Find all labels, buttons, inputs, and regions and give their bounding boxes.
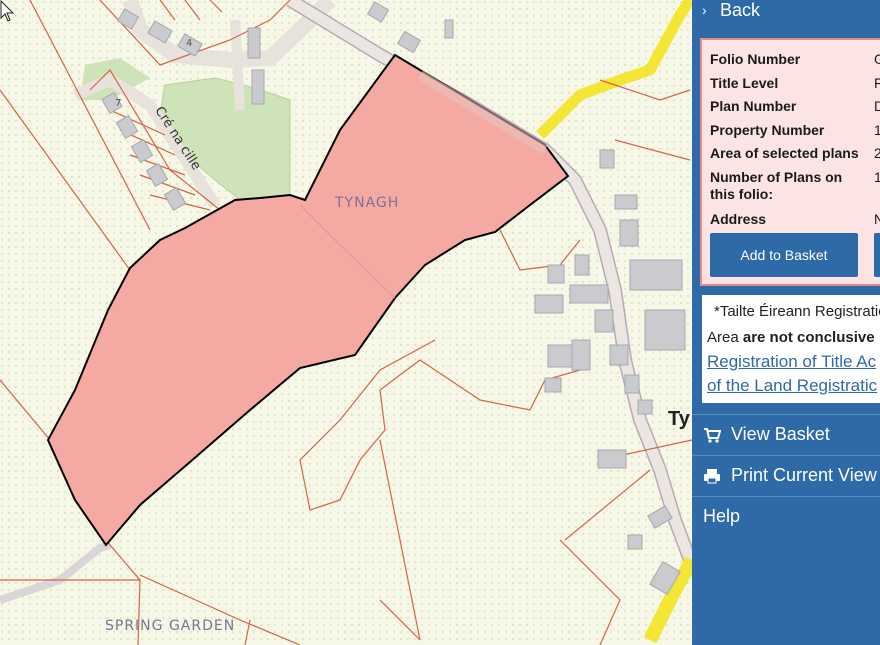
plan-number-label: Plan Number	[710, 98, 797, 114]
print-icon	[704, 469, 720, 484]
note-line-2-bold: are not conclusive	[742, 329, 875, 346]
townland-label: TYNAGH	[335, 195, 400, 211]
area-label: Area of selected plans	[710, 145, 859, 161]
menu-divider	[692, 414, 880, 415]
view-basket-label: View Basket	[731, 424, 830, 444]
secondary-action-button[interactable]	[874, 233, 880, 277]
registration-act-link[interactable]: Registration of Title Ac	[707, 352, 876, 372]
area-value: 2	[874, 145, 880, 161]
back-label: Back	[720, 0, 761, 20]
add-to-basket-button[interactable]: Add to Basket	[710, 233, 858, 277]
property-number-label: Property Number	[710, 122, 825, 138]
map-canvas[interactable]	[0, 0, 692, 645]
town-label: Ty	[668, 408, 690, 430]
land-registration-link[interactable]: of the Land Registratic	[707, 376, 877, 396]
menu-divider-2	[692, 455, 880, 456]
note-line-2: Area are not conclusive	[707, 329, 875, 346]
back-button[interactable]: › Back	[692, 0, 880, 24]
folio-number-value: G	[874, 51, 880, 67]
house-number-4: 4	[186, 38, 194, 49]
title-level-value: F	[874, 75, 880, 91]
plans-count-value: 1	[874, 169, 880, 185]
folio-info-card: Folio Number G Title Level F Plan Number…	[700, 38, 880, 286]
view-basket-button[interactable]: View Basket	[692, 417, 880, 453]
sidebar-panel: › Back Folio Number G Title Level F Plan…	[692, 0, 880, 645]
house-number-7: 7	[115, 98, 123, 109]
plan-number-value: D	[874, 98, 880, 114]
map-view[interactable]: TYNAGH SPRING GARDEN Cré na cille 4 7 Ty	[0, 0, 692, 645]
note-line-1: *Tailte Éireann Registratic	[714, 303, 880, 320]
print-current-view-label: Print Current View	[731, 465, 877, 485]
disclaimer-note: *Tailte Éireann Registratic Area are not…	[700, 293, 880, 405]
address-label: Address	[710, 211, 767, 227]
print-current-view-button[interactable]: Print Current View	[692, 458, 880, 494]
title-level-label: Title Level	[710, 75, 779, 91]
help-button[interactable]: Help	[692, 499, 880, 535]
note-line-2-prefix: Area	[707, 329, 743, 346]
folio-number-label: Folio Number	[710, 51, 801, 67]
address-value: N	[874, 211, 880, 227]
chevron-right-icon: ›	[702, 2, 707, 18]
mouse-cursor-icon	[0, 0, 15, 22]
menu-divider-3	[692, 496, 880, 497]
plans-count-label: Number of Plans on this folio:	[710, 169, 843, 202]
property-number-value: 1	[874, 122, 880, 138]
cart-icon	[704, 428, 721, 443]
help-label: Help	[703, 506, 741, 526]
spring-garden-label: SPRING GARDEN	[105, 618, 236, 634]
